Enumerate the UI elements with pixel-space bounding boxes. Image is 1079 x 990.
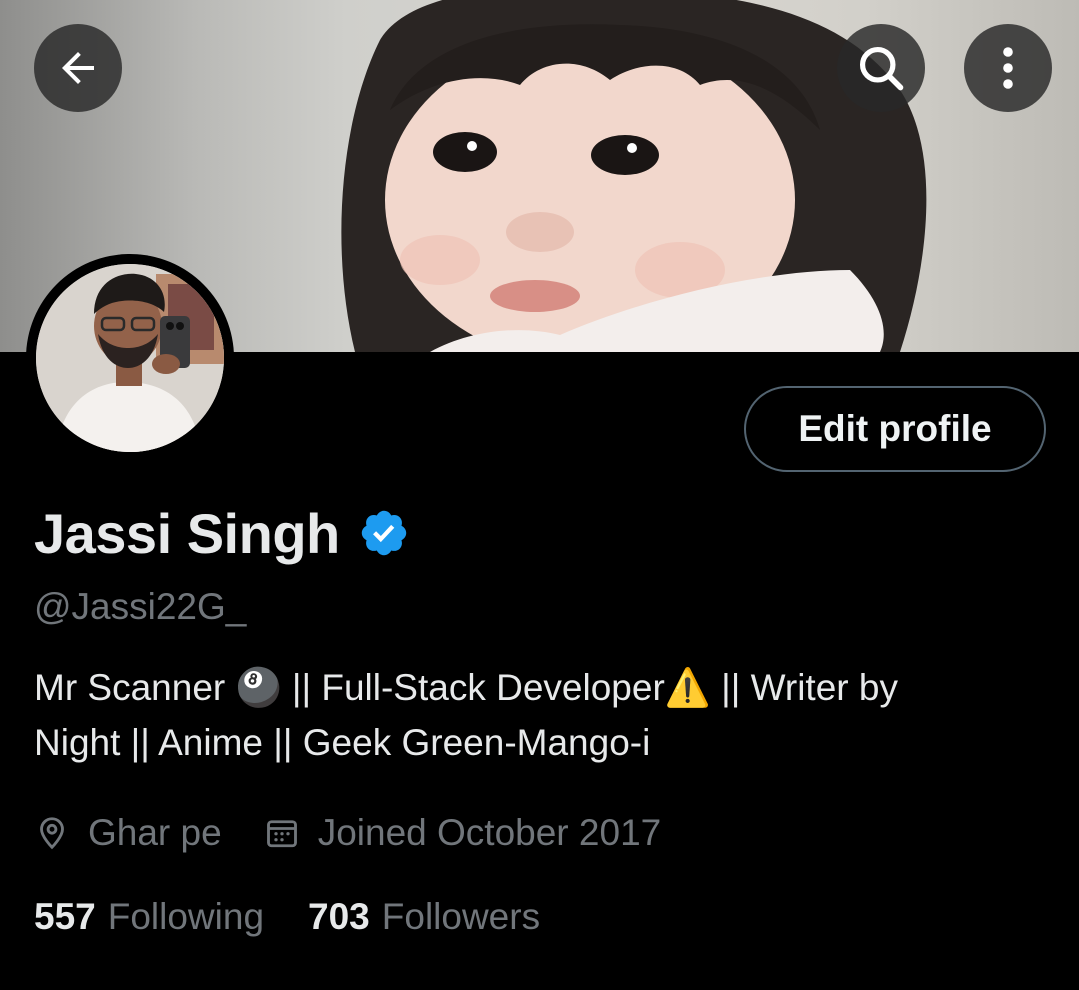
join-date-text: Joined October 2017 (317, 812, 662, 853)
profile-handle: @Jassi22G_ (34, 586, 247, 627)
following-link[interactable]: 557 Following (34, 896, 264, 938)
avatar[interactable] (26, 254, 234, 462)
arrow-left-icon (62, 52, 94, 84)
followers-count: 703 (308, 896, 370, 937)
back-button[interactable] (34, 24, 122, 112)
location-pin-icon (40, 817, 64, 850)
profile-stats: 557 Following 703 Followers (34, 890, 540, 944)
profile-name-row: Jassi Singh (34, 498, 410, 568)
followers-link[interactable]: 703 Followers (308, 896, 540, 938)
profile-meta: Ghar pe Joined October 2017 (34, 806, 661, 860)
following-label: Following (107, 896, 265, 937)
bio-line: Mr Scanner 🎱 || Full-Stack Developer⚠️ |… (34, 667, 898, 708)
edit-profile-button[interactable]: Edit profile (744, 386, 1046, 472)
location-text: Ghar pe (88, 812, 222, 853)
followers-label: Followers (381, 896, 541, 937)
bio-line: Night || Anime || Geek Green-Mango-i (34, 722, 651, 763)
following-count: 557 (34, 896, 96, 937)
calendar-icon (266, 820, 297, 848)
verified-check-icon[interactable] (358, 507, 410, 559)
avatar-photo (36, 264, 224, 452)
profile-bio: Mr Scanner 🎱 || Full-Stack Developer⚠️ |… (34, 660, 1044, 770)
more-vertical-icon (1003, 47, 1013, 89)
search-button[interactable] (837, 24, 925, 112)
location: Ghar pe (34, 812, 222, 854)
display-name: Jassi Singh (34, 501, 340, 565)
join-date: Joined October 2017 (264, 812, 662, 854)
search-icon (859, 46, 904, 91)
more-options-button[interactable] (964, 24, 1052, 112)
